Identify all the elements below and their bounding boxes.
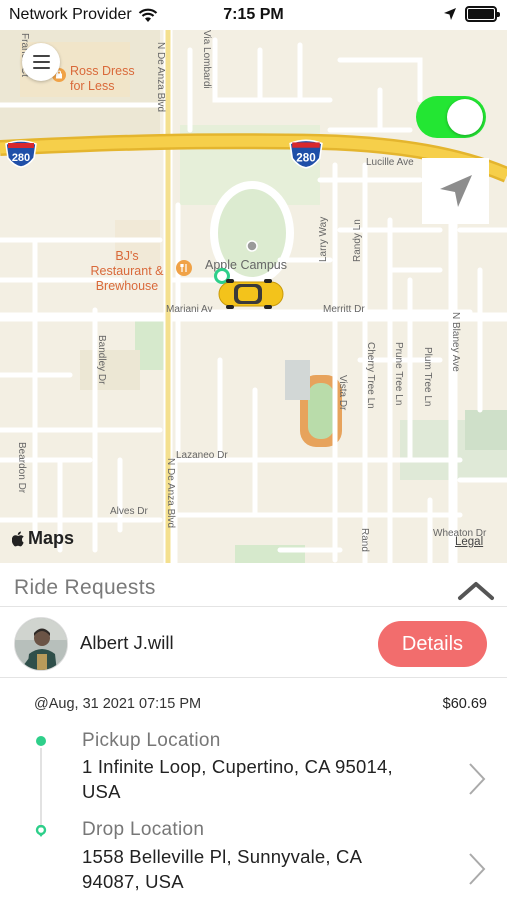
status-bar: Network Provider 7:15 PM bbox=[0, 0, 507, 30]
street-label-prune: Prune Tree Ln bbox=[393, 342, 404, 406]
legal-link[interactable]: Legal bbox=[455, 536, 483, 548]
street-label-cherry: Cherry Tree Ln bbox=[365, 342, 376, 409]
street-label-larry: Larry Way bbox=[318, 216, 329, 262]
pickup-label: Pickup Location bbox=[82, 730, 221, 751]
restaurant-icon bbox=[176, 260, 192, 276]
status-time: 7:15 PM bbox=[223, 6, 284, 23]
street-label-blaney: N Blaney Ave bbox=[450, 312, 461, 372]
person-photo bbox=[15, 618, 67, 670]
ride-fare: $60.69 bbox=[442, 696, 487, 712]
hamburger-menu-icon bbox=[32, 55, 50, 57]
drop-address: 1558 Belleville Pl, Sunnyvale, CA 94087,… bbox=[82, 846, 362, 892]
street-label-bandley: Bandley Dr bbox=[96, 335, 107, 385]
chevron-right-icon[interactable] bbox=[466, 851, 488, 887]
street-label-lazaneo: Lazaneo Dr bbox=[176, 450, 228, 461]
rider-name: Albert J.will bbox=[80, 632, 174, 653]
status-indicators bbox=[443, 6, 500, 22]
landmark-pin-icon bbox=[246, 240, 258, 252]
maps-brand-label: Maps bbox=[28, 528, 75, 548]
location-arrow-icon bbox=[439, 175, 472, 207]
street-label-lucille: Lucille Ave bbox=[366, 157, 414, 168]
ride-datetime: @Aug, 31 2021 07:15 PM bbox=[34, 696, 202, 712]
street-label-de-anza-bottom: N De Anza Blvd bbox=[165, 458, 176, 529]
interstate-shield-right: 280 bbox=[289, 139, 323, 169]
street-label-beardon: Beardon Dr bbox=[16, 442, 27, 494]
street-label-plum: Plum Tree Ln bbox=[422, 347, 433, 407]
divider bbox=[0, 606, 507, 607]
battery-icon bbox=[465, 6, 500, 22]
street-label-alves: Alves Dr bbox=[110, 506, 148, 517]
street-label-merritt: Merritt Dr bbox=[323, 304, 365, 315]
street-label-vista: Vista Dr bbox=[337, 375, 348, 411]
shield-label-right: 280 bbox=[296, 151, 315, 164]
street-label-mariani: Mariani Av bbox=[166, 304, 213, 315]
street-label-de-anza-top: N De Anza Blvd bbox=[155, 42, 166, 113]
route-connector bbox=[40, 748, 42, 828]
poi-ross-dress[interactable]: Ross Dress for Less bbox=[70, 64, 150, 94]
pickup-address: 1 Infinite Loop, Cupertino, CA 95014, US… bbox=[82, 756, 393, 802]
drop-pin-icon bbox=[35, 825, 47, 837]
chevron-up-icon[interactable] bbox=[456, 578, 496, 604]
locate-me-button[interactable] bbox=[422, 158, 489, 224]
drop-label: Drop Location bbox=[82, 819, 205, 840]
apple-maps-logo: Maps bbox=[12, 528, 74, 549]
apple-icon bbox=[12, 531, 24, 546]
street-label-randy-bottom: Rand bbox=[359, 528, 370, 552]
poi-bjs-restaurant[interactable]: BJ's Restaurant & Brewhouse bbox=[82, 249, 172, 294]
toggle-knob bbox=[447, 99, 483, 135]
ride-request-panel: Ride Requests Albert J.will Details @Aug… bbox=[0, 563, 507, 900]
shield-label-left: 280 bbox=[12, 152, 30, 164]
location-services-icon bbox=[444, 8, 456, 20]
street-label-randy: Randy Ln bbox=[352, 219, 363, 262]
panel-title: Ride Requests bbox=[14, 576, 156, 599]
street-label-via-lombardi: Via Lombardi bbox=[201, 30, 212, 89]
taxi-car-icon[interactable] bbox=[216, 277, 286, 311]
chevron-right-icon[interactable] bbox=[466, 761, 488, 797]
details-button[interactable]: Details bbox=[378, 621, 487, 667]
interstate-shield-left: 280 bbox=[5, 140, 37, 168]
divider bbox=[0, 677, 507, 678]
online-toggle[interactable] bbox=[416, 96, 486, 138]
menu-button[interactable] bbox=[22, 43, 60, 81]
pickup-dot-icon bbox=[36, 736, 46, 746]
rider-avatar bbox=[14, 617, 68, 671]
